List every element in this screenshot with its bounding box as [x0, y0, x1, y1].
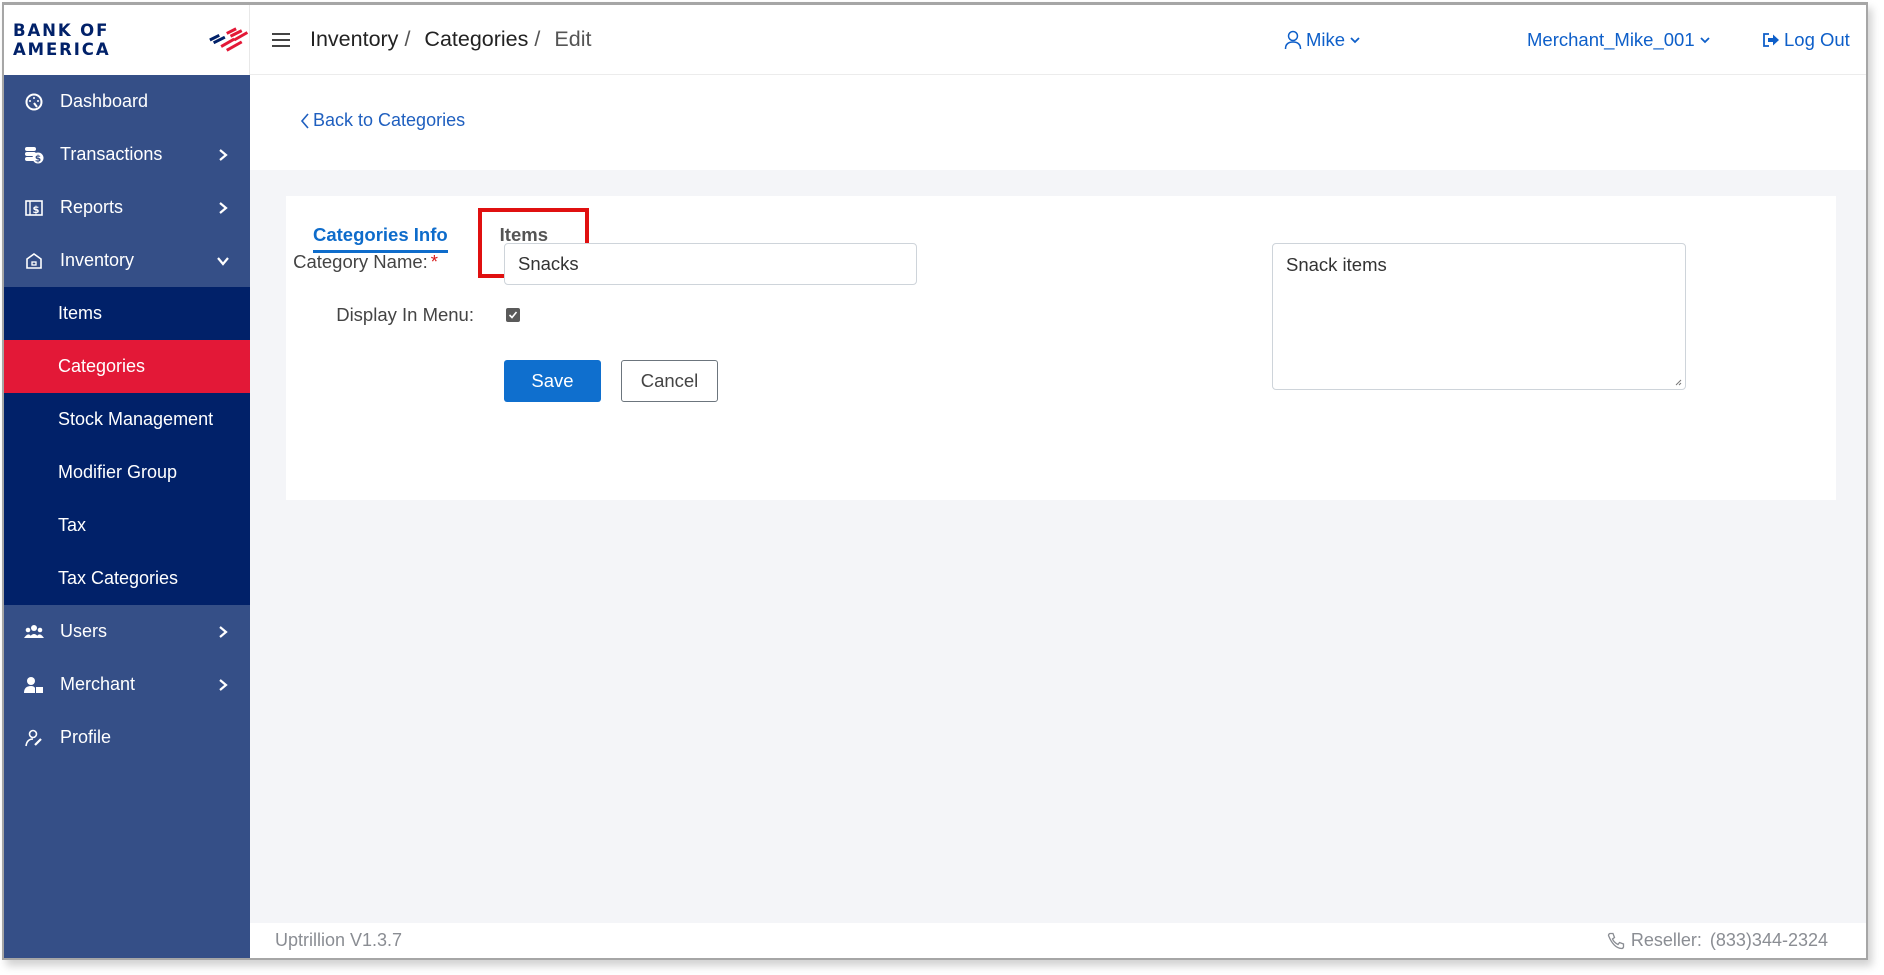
- sidebar-item-label: Transactions: [60, 144, 163, 164]
- back-link-area: Back to Categories: [250, 75, 1866, 170]
- breadcrumb-separator: /: [404, 27, 411, 51]
- reseller-phone: (833)344-2324: [1709, 930, 1828, 950]
- top-bar: Inventory / Categories / Edit Mike Merch…: [250, 5, 1866, 75]
- category-name-input[interactable]: Snacks: [504, 243, 917, 285]
- sidebar-item-tax[interactable]: Tax: [4, 499, 250, 552]
- logout-label: Log Out: [1784, 29, 1850, 50]
- save-button[interactable]: Save: [504, 360, 601, 402]
- breadcrumb: Inventory / Categories / Edit: [310, 27, 591, 52]
- reseller-label: Reseller:: [1630, 930, 1702, 950]
- logout-icon: [1763, 33, 1779, 47]
- breadcrumb-edit: Edit: [554, 27, 592, 51]
- display-in-menu-checkbox[interactable]: [506, 308, 520, 322]
- app-version: Uptrillion V1.3.7: [275, 930, 403, 950]
- user-name: Mike: [1306, 29, 1346, 50]
- sidebar-item-categories[interactable]: Categories: [4, 340, 250, 393]
- sidebar-item-label: Reports: [60, 197, 124, 217]
- sidebar-item-reports[interactable]: $ Reports: [4, 181, 250, 234]
- tab-categories-info[interactable]: Categories Info: [313, 224, 448, 253]
- category-name-value: Snacks: [518, 253, 579, 274]
- breadcrumb-separator: /: [534, 27, 541, 51]
- inventory-submenu: Items Categories Stock Management Modifi…: [4, 287, 250, 605]
- sidebar-item-dashboard[interactable]: Dashboard: [4, 75, 250, 128]
- chevron-right-icon: [219, 201, 228, 214]
- profile-icon: [23, 727, 45, 749]
- svg-text:$: $: [35, 154, 41, 164]
- hamburger-icon[interactable]: [272, 32, 290, 47]
- chevron-right-icon: [219, 625, 228, 638]
- coins-icon: $: [23, 144, 45, 166]
- sidebar-item-label: Users: [60, 621, 108, 641]
- sidebar-item-users[interactable]: Users: [4, 605, 250, 658]
- back-to-categories-link[interactable]: Back to Categories: [300, 110, 465, 131]
- category-name-label: Category Name: *: [293, 251, 438, 272]
- sidebar-item-label: Merchant: [60, 674, 136, 694]
- sidebar-item-label: Dashboard: [60, 91, 149, 111]
- merchant-icon: [23, 674, 45, 696]
- description-value: Snack items: [1286, 254, 1387, 275]
- reseller-contact: Reseller: (833)344-2324: [1607, 930, 1828, 951]
- footer: Uptrillion V1.3.7 Reseller: (833)344-232…: [250, 923, 1866, 958]
- svg-text:$: $: [33, 205, 40, 216]
- user-icon: [1284, 30, 1302, 50]
- sidebar-item-transactions[interactable]: $ Transactions: [4, 128, 250, 181]
- inventory-icon: [23, 250, 45, 272]
- cancel-button[interactable]: Cancel: [621, 360, 718, 402]
- sidebar-item-stock-management[interactable]: Stock Management: [4, 393, 250, 446]
- chevron-down-icon: [217, 256, 229, 266]
- chevron-down-icon: [1350, 37, 1360, 44]
- app-window: BANK OF AMERICA Dashboard $ Transactions…: [2, 2, 1868, 960]
- resize-handle-icon[interactable]: [1674, 378, 1682, 386]
- sidebar-item-items[interactable]: Items: [4, 287, 250, 340]
- flag-logo-icon: [208, 27, 248, 52]
- chevron-down-icon: [1699, 37, 1710, 44]
- phone-icon: [1607, 932, 1625, 949]
- chevron-left-icon: [300, 112, 309, 129]
- logout-button[interactable]: Log Out: [1758, 5, 1850, 75]
- description-textarea[interactable]: Snack items: [1272, 243, 1686, 390]
- back-link-label: Back to Categories: [313, 110, 466, 130]
- breadcrumb-categories[interactable]: Categories: [424, 27, 528, 52]
- checkmark-icon: [508, 311, 518, 319]
- sidebar-item-label: Inventory: [60, 250, 135, 270]
- sidebar: BANK OF AMERICA Dashboard $ Transactions…: [4, 5, 250, 958]
- merchant-selector[interactable]: Merchant_Mike_001: [1527, 5, 1715, 75]
- breadcrumb-inventory[interactable]: Inventory: [310, 27, 398, 52]
- category-edit-card: Categories Info Items Category Name: * Sn…: [286, 196, 1836, 500]
- brand-logo[interactable]: BANK OF AMERICA: [4, 5, 250, 75]
- chevron-right-icon: [219, 678, 228, 691]
- report-icon: $: [23, 197, 45, 219]
- sidebar-item-label: Profile: [60, 727, 112, 747]
- dashboard-icon: [23, 91, 45, 113]
- sidebar-item-tax-categories[interactable]: Tax Categories: [4, 552, 250, 605]
- chevron-right-icon: [219, 148, 228, 161]
- sidebar-item-profile[interactable]: Profile: [4, 711, 250, 764]
- sidebar-item-modifier-group[interactable]: Modifier Group: [4, 446, 250, 499]
- sidebar-item-inventory[interactable]: Inventory: [4, 234, 250, 287]
- required-mark: *: [430, 251, 438, 272]
- user-menu[interactable]: Mike: [1280, 5, 1365, 75]
- brand-name: BANK OF AMERICA: [13, 21, 111, 59]
- merchant-name: Merchant_Mike_001: [1527, 29, 1695, 50]
- users-icon: [23, 621, 45, 643]
- sidebar-item-merchant[interactable]: Merchant: [4, 658, 250, 711]
- display-in-menu-label: Display In Menu:: [336, 304, 474, 325]
